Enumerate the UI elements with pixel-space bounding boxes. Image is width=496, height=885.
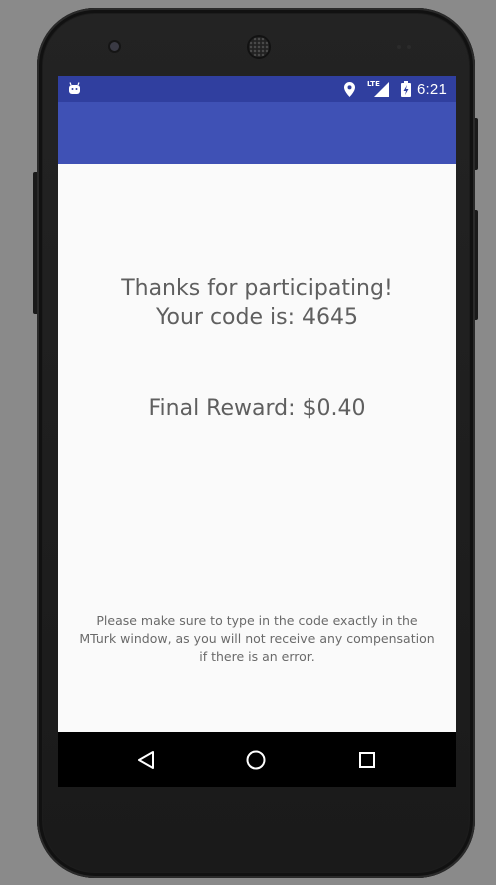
earpiece-speaker-icon [249, 37, 269, 57]
status-time: 6:21 [417, 80, 447, 98]
code-line: Your code is: 4645 [156, 305, 358, 330]
note-line: MTurk window, as you will not receive an… [79, 631, 435, 646]
recents-square-icon [359, 752, 375, 768]
light-sensor-icon [407, 45, 411, 49]
network-type-label: LTE [367, 80, 380, 88]
instructions-note: Please make sure to type in the code exa… [62, 612, 452, 666]
final-reward: Final Reward: $0.40 [148, 396, 366, 421]
android-notification-icon [69, 82, 80, 94]
location-pin-icon [344, 81, 355, 97]
app-bar [58, 102, 456, 164]
thanks-message: Thanks for participating! Your code is: … [58, 274, 456, 332]
status-icons: LTE 6:21 [344, 80, 447, 98]
home-circle-icon [246, 750, 266, 770]
note-line: if there is an error. [199, 649, 315, 664]
back-triangle-icon [138, 751, 154, 769]
battery-charging-icon [401, 81, 411, 97]
thanks-line: Thanks for participating! [121, 276, 393, 301]
status-bar: LTE 6:21 [58, 76, 456, 102]
lte-signal-icon: LTE [367, 80, 389, 97]
recents-button[interactable] [355, 748, 379, 772]
device-screen: LTE 6:21 Thanks for participating! Your … [58, 76, 456, 787]
note-line: Please make sure to type in the code exa… [96, 613, 418, 628]
proximity-sensor-icon [397, 45, 401, 49]
front-camera-icon [110, 42, 119, 51]
back-button[interactable] [134, 748, 158, 772]
home-button[interactable] [244, 748, 268, 772]
main-content: Thanks for participating! Your code is: … [58, 164, 456, 732]
navigation-bar [58, 732, 456, 787]
